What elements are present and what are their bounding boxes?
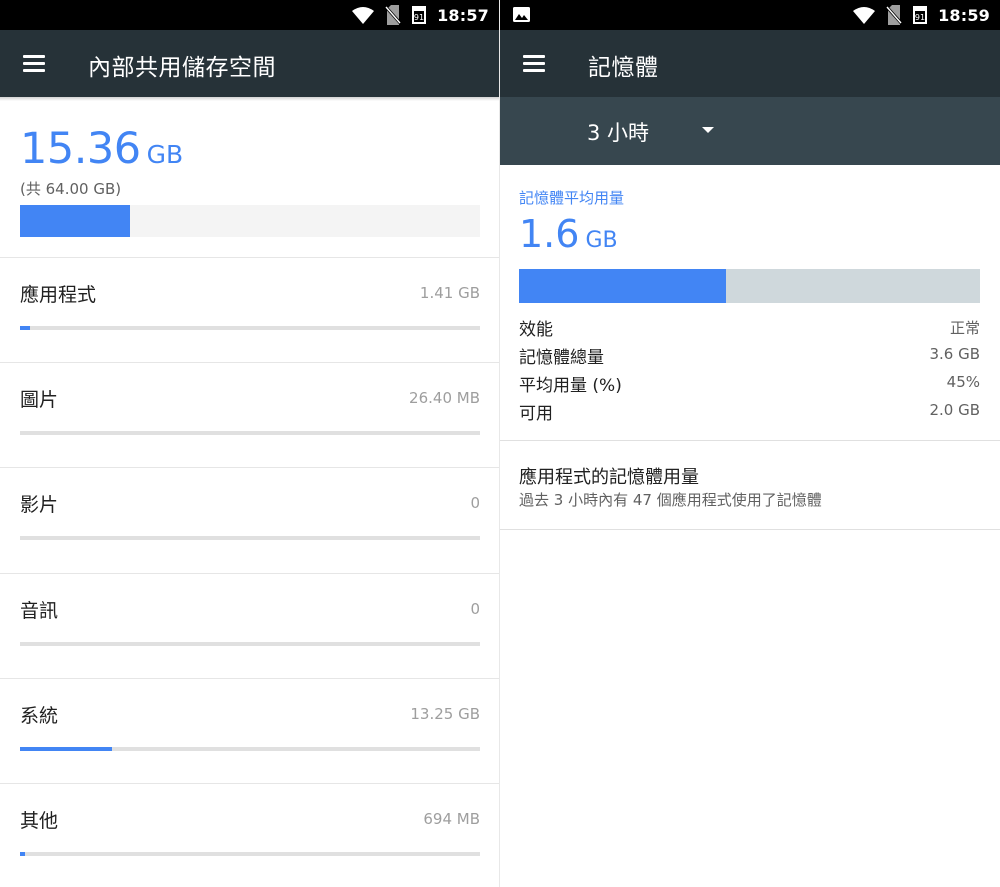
calendar-icon: 91 [412, 6, 427, 24]
memory-usage-fill [519, 269, 727, 303]
stat-label: 效能 [519, 320, 553, 340]
storage-screen: 91 18:57 內部共用儲存空間 15.36 GB (共 64.00 GB) 應… [0, 0, 500, 887]
apps-memory-subtitle: 過去 3 小時內有 47 個應用程式使用了記憶體 [519, 491, 822, 509]
category-images[interactable]: 圖片 26.40 MB [0, 362, 499, 467]
total-used: 15.36 GB [20, 124, 183, 174]
category-size: 1.41 GB [419, 284, 480, 302]
average-value: 1.6 [519, 212, 580, 256]
category-bar-fill [20, 326, 31, 330]
wifi-icon [853, 6, 876, 24]
category-size: 0 [470, 494, 480, 512]
category-other[interactable]: 其他 694 MB [0, 783, 499, 887]
svg-text:91: 91 [414, 13, 424, 22]
average-unit: GB [585, 228, 618, 253]
hamburger-menu-icon[interactable] [20, 51, 50, 77]
no-sim-icon [886, 5, 903, 25]
stat-value: 45% [946, 373, 980, 391]
category-size: 0 [470, 600, 480, 618]
category-name: 應用程式 [20, 284, 97, 306]
stat-total-memory: 記憶體總量 3.6 GB [519, 341, 980, 369]
category-name: 系統 [20, 705, 59, 727]
clock: 18:57 [437, 5, 489, 25]
used-value: 15.36 [20, 124, 141, 174]
apps-memory-usage-item[interactable]: 應用程式的記憶體用量 過去 3 小時內有 47 個應用程式使用了記憶體 [500, 441, 1000, 529]
app-bar: 記憶體 [500, 30, 1000, 97]
storage-usage-bar [20, 205, 480, 237]
no-sim-icon [385, 5, 402, 25]
category-name: 音訊 [20, 600, 59, 622]
category-bar [20, 326, 480, 330]
stat-value: 2.0 GB [929, 401, 980, 419]
memory-usage-bar [519, 269, 980, 303]
average-usage-label: 記憶體平均用量 [519, 189, 625, 207]
stat-average-percent: 平均用量 (%) 45% [519, 369, 980, 397]
stat-value: 3.6 GB [929, 345, 980, 363]
category-name: 影片 [20, 494, 59, 516]
hamburger-menu-icon[interactable] [520, 51, 550, 77]
category-videos[interactable]: 影片 0 [0, 467, 499, 572]
category-bar [20, 852, 480, 856]
stat-performance: 效能 正常 [519, 313, 980, 341]
category-bar [20, 431, 480, 435]
category-name: 其他 [20, 810, 59, 832]
apps-memory-title: 應用程式的記憶體用量 [519, 467, 699, 488]
app-bar: 內部共用儲存空間 [0, 30, 499, 97]
average-usage-value: 1.6 GB [519, 212, 618, 256]
category-bar [20, 747, 480, 751]
storage-usage-fill [20, 205, 131, 237]
divider [500, 529, 1000, 530]
dropdown-caret-icon[interactable] [702, 127, 714, 133]
status-icons: 91 18:59 [853, 0, 990, 30]
clock: 18:59 [938, 5, 990, 25]
category-bar [20, 536, 480, 540]
category-size: 694 MB [423, 810, 480, 828]
stat-label: 記憶體總量 [519, 348, 604, 368]
svg-text:91: 91 [915, 13, 925, 22]
stat-value: 正常 [949, 319, 980, 337]
category-bar [20, 642, 480, 646]
wifi-icon [352, 6, 375, 24]
category-system[interactable]: 系統 13.25 GB [0, 678, 499, 783]
status-bar: 91 18:57 [0, 0, 499, 30]
time-range-value: 3 小時 [587, 121, 650, 145]
category-apps[interactable]: 應用程式 1.41 GB [0, 257, 499, 362]
stat-label: 可用 [519, 404, 553, 424]
page-title: 內部共用儲存空間 [88, 55, 276, 81]
page-title: 記憶體 [588, 55, 659, 81]
memory-screen: 91 18:59 記憶體 3 小時 記憶體平均用量 1.6 GB 效能 正常 記憶… [500, 0, 1000, 887]
time-range-dropdown[interactable]: 3 小時 [500, 97, 1000, 165]
stat-label: 平均用量 (%) [519, 376, 622, 396]
used-unit: GB [146, 140, 184, 169]
status-icons: 91 18:57 [352, 0, 489, 30]
category-bar-fill [20, 747, 112, 751]
calendar-icon: 91 [913, 6, 928, 24]
app-bar-shadow [0, 97, 499, 101]
image-notification-icon [513, 7, 530, 22]
category-name: 圖片 [20, 389, 59, 411]
stat-available: 可用 2.0 GB [519, 397, 980, 425]
category-bar-fill [20, 852, 26, 856]
category-size: 13.25 GB [410, 705, 480, 723]
notification-area [513, 7, 530, 22]
total-capacity: (共 64.00 GB) [20, 180, 122, 198]
category-size: 26.40 MB [409, 389, 480, 407]
status-bar: 91 18:59 [500, 0, 1000, 30]
category-audio[interactable]: 音訊 0 [0, 573, 499, 678]
